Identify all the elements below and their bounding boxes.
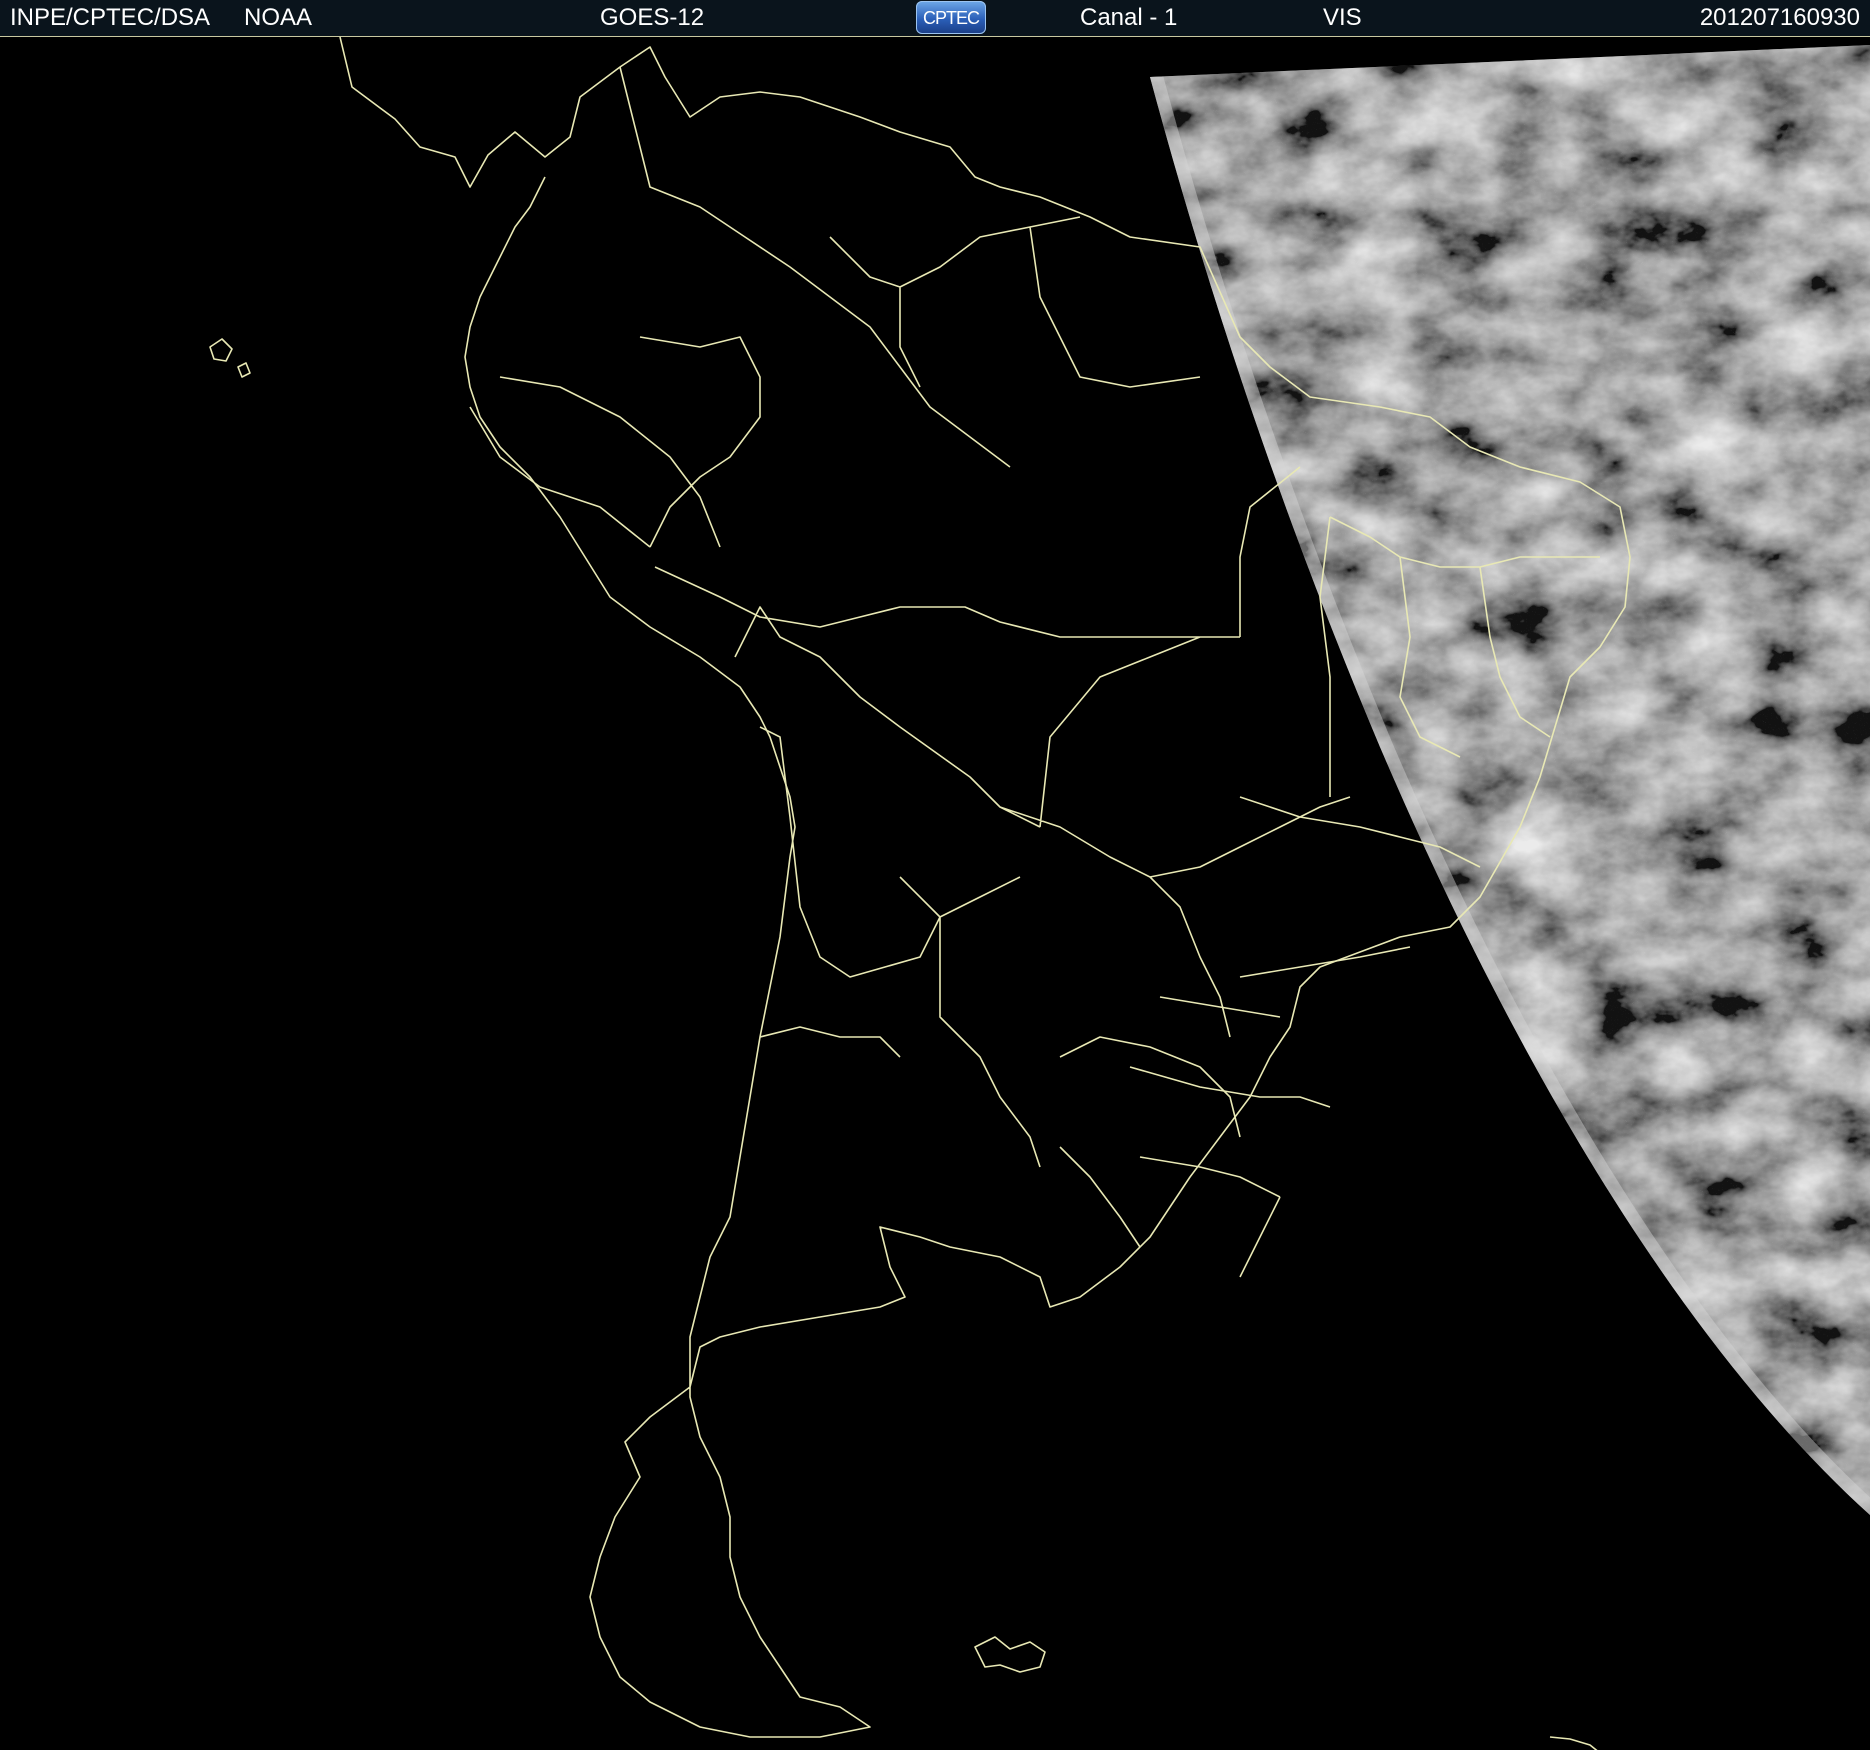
falkland-islands [974, 1636, 1046, 1673]
timestamp-label: 201207160930 [1699, 4, 1860, 31]
satellite-label: GOES-12 [600, 4, 705, 31]
galapagos-islands [209, 338, 251, 378]
visible-cloud-imagery [1150, 45, 1870, 1515]
cptec-logo: CPTEC [916, 1, 986, 34]
image-header-bar: INPE/CPTEC/DSA NOAA GOES-12 CPTEC Canal … [0, 0, 1870, 37]
satellite-image-frame: INPE/CPTEC/DSA NOAA GOES-12 CPTEC Canal … [0, 0, 1870, 1750]
cptec-logo-text: CPTEC [922, 7, 980, 28]
satellite-map [209, 37, 1870, 1750]
agency-label: NOAA [244, 4, 313, 31]
south-georgia-island [1549, 1736, 1598, 1750]
band-label: VIS [1323, 4, 1362, 31]
institution-label: INPE/CPTEC/DSA [10, 4, 211, 31]
channel-label: Canal - 1 [1080, 4, 1178, 31]
